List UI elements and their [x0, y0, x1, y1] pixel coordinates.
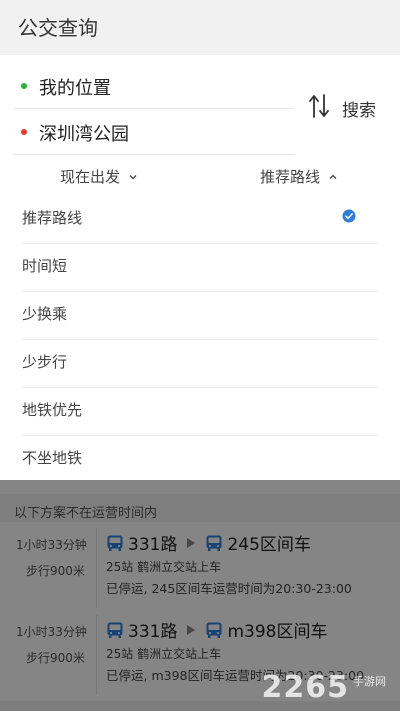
- swap-arrows-icon[interactable]: [308, 93, 330, 119]
- departure-time-label: 现在出发: [60, 168, 121, 186]
- option-label: 推荐路线: [22, 209, 83, 227]
- option-label: 地铁优先: [22, 401, 83, 419]
- page-title: 公交查询: [18, 16, 98, 40]
- check-circle-icon: [342, 209, 356, 223]
- destination-text: 深圳湾公园: [39, 124, 129, 145]
- strategy-option-no-subway[interactable]: 不坐地铁: [22, 436, 378, 484]
- origin-dot-icon: [21, 83, 27, 89]
- options-bar: 现在出发 推荐路线: [0, 160, 400, 196]
- strategy-option-subway-first[interactable]: 地铁优先: [22, 388, 378, 436]
- watermark-text: 手游网: [353, 675, 386, 688]
- watermark-logo: 2265: [261, 670, 349, 705]
- option-label: 少换乘: [22, 305, 68, 323]
- watermark: 2265 手游网: [262, 670, 387, 705]
- strategy-option-recommended[interactable]: 推荐路线: [22, 196, 378, 244]
- strategy-label: 推荐路线: [260, 168, 321, 186]
- strategy-dropdown: 推荐路线 时间短 少换乘 少步行 地铁优先 不坐地铁: [0, 196, 400, 480]
- destination-dot-icon: [21, 129, 27, 135]
- strategy-selector[interactable]: 推荐路线: [260, 166, 338, 187]
- chevron-up-icon: [329, 174, 337, 179]
- option-label: 不坐地铁: [22, 449, 83, 467]
- chevron-down-icon: [129, 174, 137, 179]
- search-button[interactable]: 搜索: [342, 96, 376, 121]
- strategy-option-fewer-transfers[interactable]: 少换乘: [22, 292, 378, 340]
- option-label: 时间短: [22, 257, 68, 275]
- route-panel: 我的位置 深圳湾公园 搜索: [0, 55, 400, 160]
- origin-field[interactable]: 我的位置: [14, 63, 294, 109]
- departure-time-selector[interactable]: 现在出发: [60, 166, 138, 187]
- destination-field[interactable]: 深圳湾公园: [14, 109, 294, 155]
- title-bar: 公交查询: [0, 0, 400, 55]
- origin-text: 我的位置: [39, 78, 111, 99]
- strategy-option-shortest-time[interactable]: 时间短: [22, 244, 378, 292]
- strategy-option-less-walking[interactable]: 少步行: [22, 340, 378, 388]
- option-label: 少步行: [22, 353, 68, 371]
